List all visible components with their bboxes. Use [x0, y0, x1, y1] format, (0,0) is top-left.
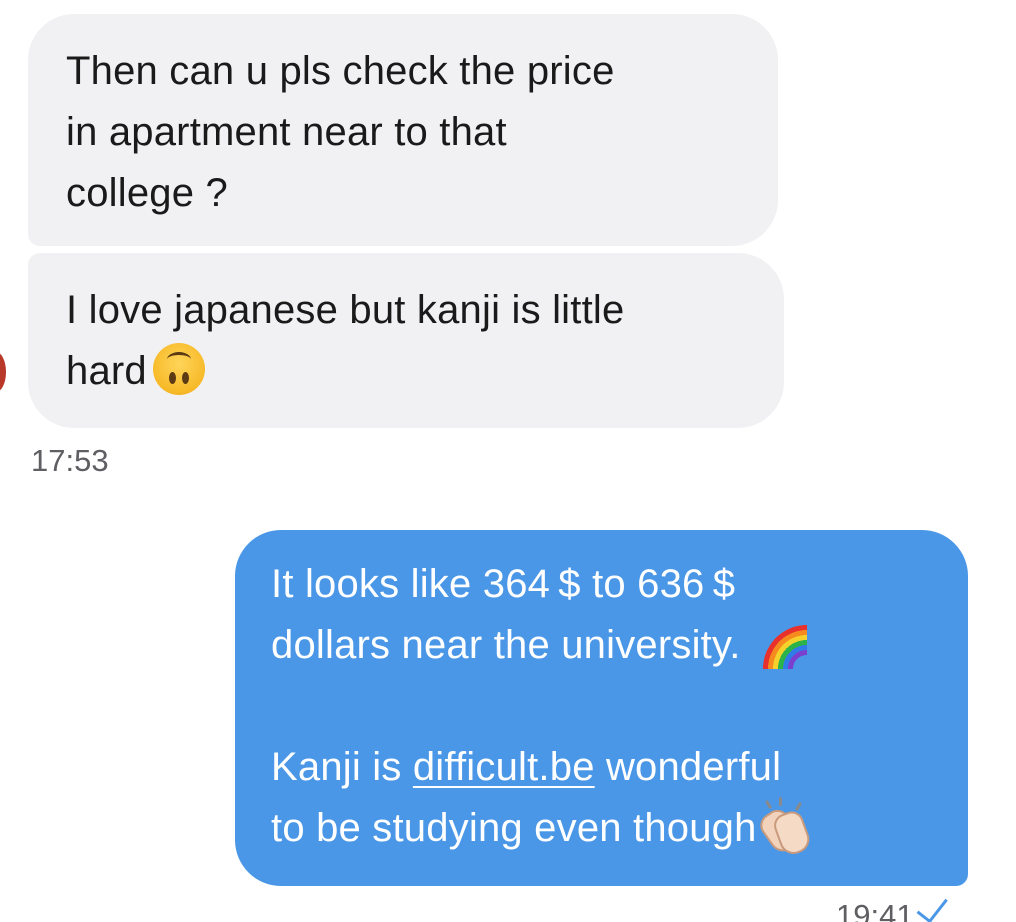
message-text-line: Then can u pls check the price [66, 49, 615, 93]
sender-avatar[interactable] [0, 352, 6, 392]
incoming-message-bubble[interactable]: Then can u pls check the price in apartm… [28, 14, 778, 246]
outgoing-message-bubble[interactable]: It looks like 364 $ to 636 $ dollars nea… [235, 530, 968, 886]
message-text-line: to be studying even though [271, 797, 948, 859]
clapping-hands-emoji-icon [755, 797, 813, 859]
message-link[interactable]: difficult.be [413, 745, 595, 789]
message-text: hard [66, 349, 147, 393]
message-text-line: I love japanese but kanji is little [66, 288, 625, 332]
message-text-line: dollars near the university. [271, 613, 948, 676]
message-text: dollars near the university. [271, 623, 741, 667]
message-text-line: in apartment near to that [66, 110, 507, 154]
message-text-line: Kanji is difficult.be wonderful [271, 737, 948, 798]
checkmark-icon [916, 890, 948, 922]
message-text: Kanji is [271, 745, 413, 789]
message-text-line: college ? [66, 171, 228, 215]
incoming-message-bubble[interactable]: I love japanese but kanji is little hard [28, 253, 784, 428]
rainbow-emoji-icon [750, 613, 807, 670]
message-timestamp: 19:41 [836, 898, 914, 922]
upside-down-face-emoji-icon [152, 343, 205, 396]
message-text: to be studying even though [271, 806, 757, 850]
message-timestamp: 17:53 [31, 443, 109, 478]
message-text-line: hard [66, 341, 764, 402]
message-timestamp-status: 19:41 [836, 890, 948, 922]
message-text-line: It looks like 364 $ to 636 $ [271, 562, 736, 606]
chat-view: Then can u pls check the price in apartm… [0, 0, 1016, 922]
message-text: wonderful [594, 745, 782, 789]
